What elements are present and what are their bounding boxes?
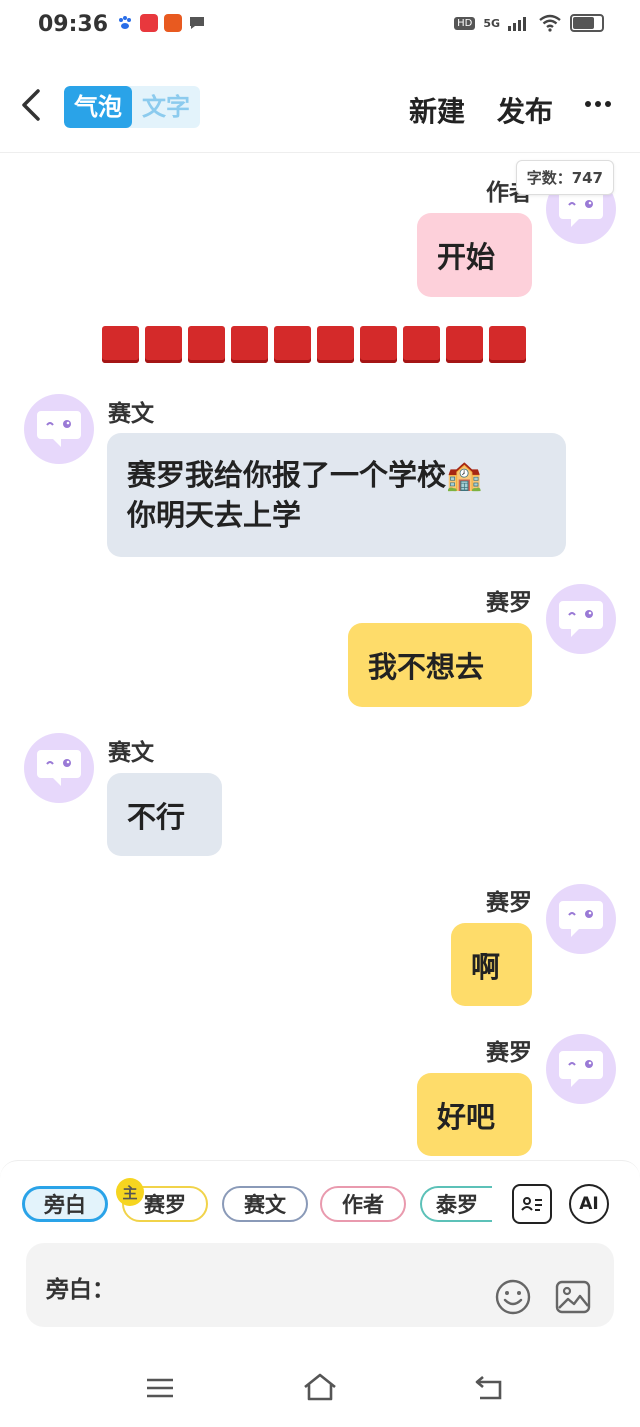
header-divider — [0, 152, 640, 153]
red-block-icon — [317, 326, 354, 363]
main-role-badge: 主 — [116, 1178, 144, 1206]
back-button[interactable] — [20, 88, 42, 129]
avatar[interactable] — [546, 884, 616, 954]
tab-text[interactable]: 文字 — [132, 86, 200, 128]
new-button[interactable]: 新建 — [409, 90, 465, 130]
tab-bubble[interactable]: 气泡 — [64, 86, 132, 128]
emoji-button[interactable] — [494, 1278, 532, 1316]
message-bubble[interactable]: 赛罗我给你报了一个学校🏫 你明天去上学 — [107, 433, 566, 557]
red-block-icon — [274, 326, 311, 363]
red-block-icon — [102, 326, 139, 363]
message-bubble[interactable]: 我不想去 — [348, 623, 532, 707]
avatar[interactable] — [24, 394, 94, 464]
chat-bubble-face-icon — [559, 601, 603, 637]
message-line: 赛罗我给你报了一个学校🏫 — [127, 458, 483, 492]
publish-button[interactable]: 发布 — [497, 90, 553, 130]
role-chip-seven[interactable]: 赛文 — [222, 1186, 308, 1222]
sender-name: 赛文 — [108, 401, 154, 427]
signal-icon — [508, 17, 526, 31]
smile-icon — [495, 1279, 531, 1315]
back-nav-button[interactable] — [472, 1374, 506, 1406]
message-bubble[interactable]: 开始 — [417, 213, 532, 297]
red-block-icon — [188, 326, 225, 363]
red-block-icon — [360, 326, 397, 363]
return-icon — [475, 1376, 502, 1400]
avatar[interactable] — [24, 733, 94, 803]
home-nav-button[interactable] — [302, 1372, 338, 1406]
battery-icon — [570, 14, 604, 32]
red-block-icon — [145, 326, 182, 363]
message-bubble[interactable]: 不行 — [107, 773, 222, 856]
notification-icons — [116, 14, 206, 32]
contact-card-icon — [521, 1197, 542, 1211]
sender-name: 赛罗 — [486, 890, 532, 916]
red-block-icon — [446, 326, 483, 363]
chat-bubble-face-icon — [37, 750, 81, 786]
more-button[interactable] — [584, 82, 612, 117]
red-block-icon — [231, 326, 268, 363]
message-bubble[interactable]: 好吧 — [417, 1073, 532, 1156]
red-block-row — [102, 326, 526, 363]
ai-button[interactable]: AI — [569, 1184, 609, 1224]
sender-name: 赛罗 — [486, 1040, 532, 1066]
avatar[interactable] — [546, 584, 616, 654]
sender-name: 赛罗 — [486, 590, 532, 616]
image-button[interactable] — [554, 1278, 592, 1316]
chat-bubble-face-icon — [559, 1051, 603, 1087]
red-block-icon — [403, 326, 440, 363]
message-icon — [188, 14, 206, 32]
role-chip-narrator[interactable]: 旁白 — [22, 1186, 108, 1222]
listen-app-icon — [164, 14, 182, 32]
menu-icon — [147, 1378, 173, 1398]
input-role-label: 旁白： — [46, 1277, 115, 1303]
hd-icon: HD — [454, 16, 476, 30]
role-manage-button[interactable] — [512, 1184, 552, 1224]
app-notification-icon — [140, 14, 158, 32]
sender-name: 赛文 — [108, 740, 154, 766]
status-right: HD 5G — [454, 14, 604, 32]
chat-bubble-face-icon — [37, 411, 81, 447]
message-bubble[interactable]: 啊 — [451, 923, 532, 1006]
message-line: 你明天去上学 — [127, 498, 302, 532]
red-block-icon — [489, 326, 526, 363]
status-time: 09:36 — [38, 12, 109, 37]
menu-nav-button[interactable] — [146, 1377, 174, 1403]
paw-icon — [116, 14, 134, 32]
home-icon — [304, 1373, 336, 1401]
word-count: 字数：747 — [515, 160, 614, 195]
avatar[interactable] — [546, 1034, 616, 1104]
network-label: 5G — [483, 16, 500, 30]
image-icon — [555, 1280, 591, 1314]
wifi-icon — [539, 14, 561, 32]
role-chip-author[interactable]: 作者 — [320, 1186, 406, 1222]
chat-bubble-face-icon — [559, 901, 603, 937]
role-chip-taro[interactable]: 泰罗 — [420, 1186, 492, 1222]
mode-toggle: 气泡 文字 — [64, 86, 200, 128]
